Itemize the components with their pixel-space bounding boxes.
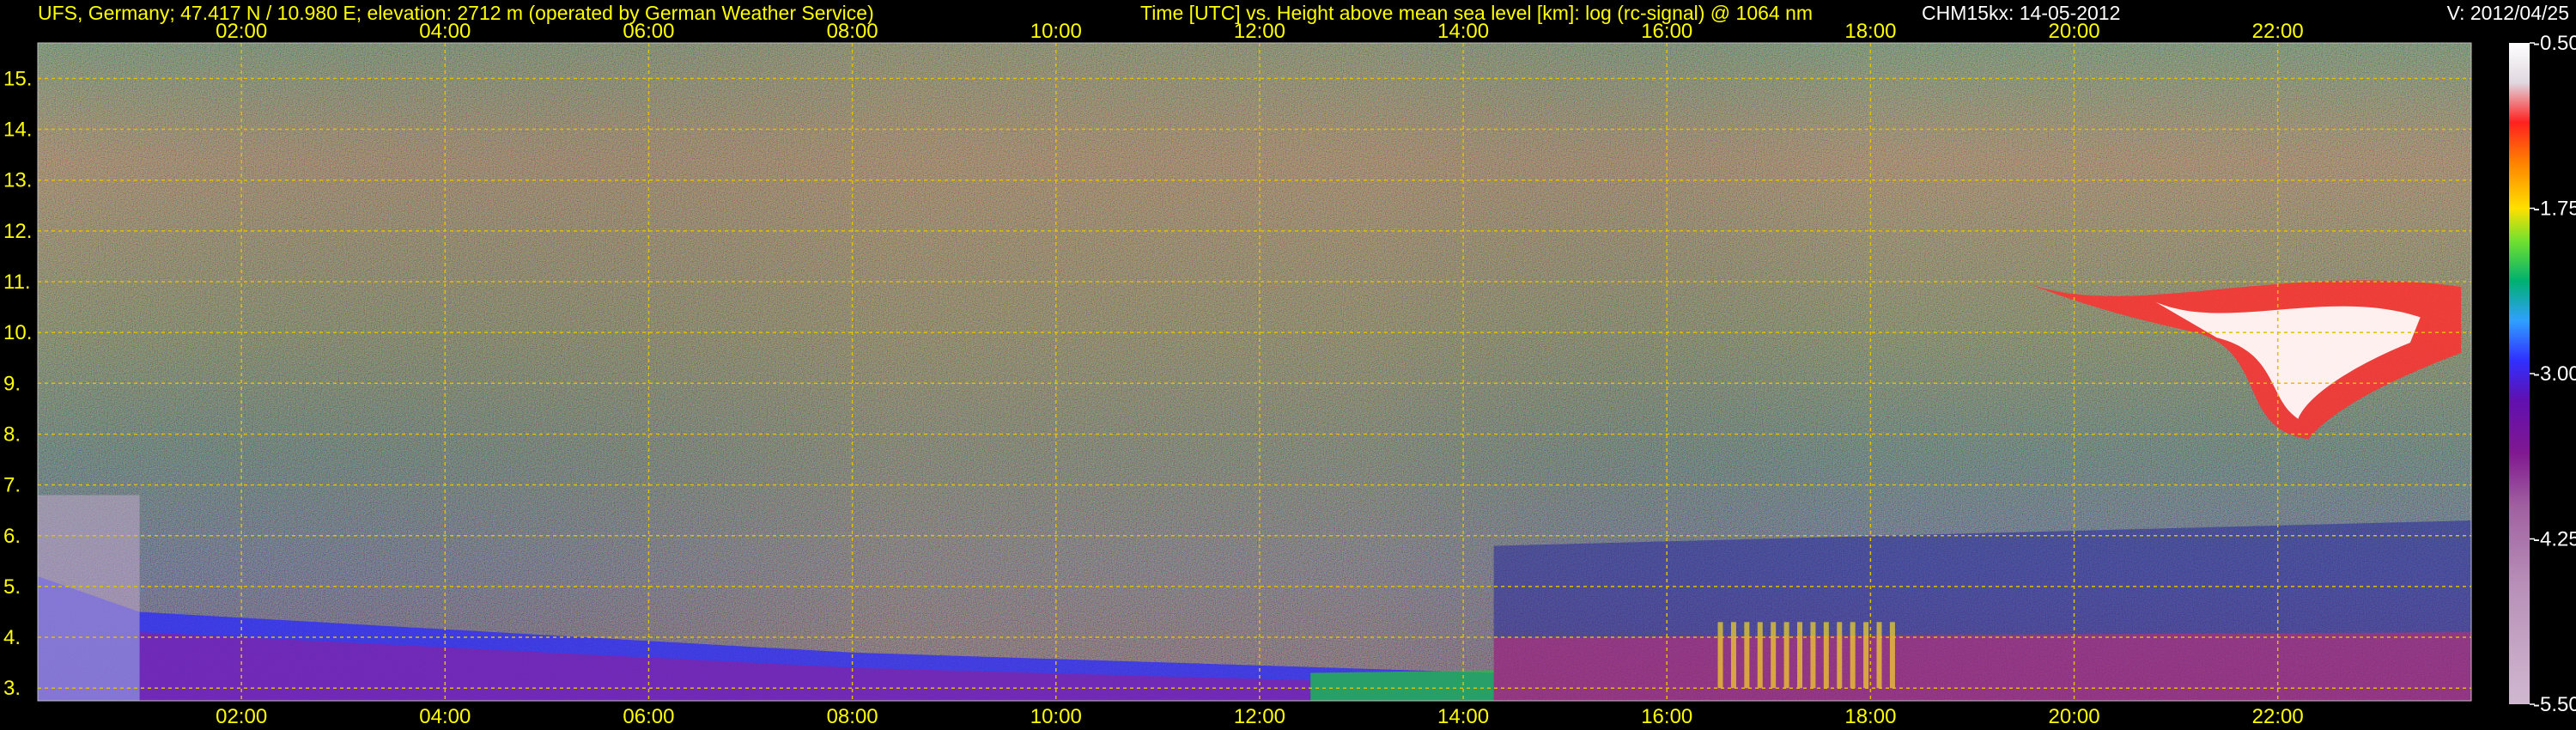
ceilometer-chart: 3. 4. 5. 6. 7. 8. 9. 10. 11. 12. 13. 14. 15. 02:00 04…	[3, 20, 2576, 728]
precipitation-streak	[1837, 622, 1843, 689]
colorbar-tick-label: -0.50	[2533, 32, 2576, 55]
x-tick-label-bottom: 06:00	[623, 705, 674, 728]
colorbar-tick-label: -1.75	[2533, 198, 2576, 221]
x-tick-label-bottom: 10:00	[1030, 705, 1082, 728]
y-tick-label: 13.	[3, 169, 32, 192]
boundary-layer-afternoon	[1493, 632, 2471, 701]
precipitation-streak	[1730, 622, 1736, 689]
x-tick-label-bottom: 02:00	[216, 705, 267, 728]
y-axis-ticks: 3. 4. 5. 6. 7. 8. 9. 10. 11. 12. 13. 14. 15.	[3, 67, 32, 700]
x-axis-ticks-bottom: 02:00 04:00 06:00 08:00 10:00 12:00 14:00 16:00…	[216, 705, 2304, 728]
precipitation-streak	[1889, 622, 1895, 689]
x-tick-label-top: 22:00	[2252, 20, 2304, 43]
y-tick-label: 8.	[3, 423, 21, 446]
x-tick-label-top: 08:00	[827, 20, 878, 43]
x-tick-label-top: 20:00	[2049, 20, 2100, 43]
x-tick-label-bottom: 18:00	[1844, 705, 1896, 728]
surface-signal-midday	[1310, 670, 1494, 701]
x-tick-label-top: 16:00	[1641, 20, 1692, 43]
y-tick-label: 12.	[3, 220, 32, 243]
precipitation-streak	[1744, 622, 1750, 689]
x-tick-label-top: 02:00	[216, 20, 267, 43]
precipitation-streak	[1717, 622, 1723, 689]
x-axis-ticks-top: 02:00 04:00 06:00 08:00 10:00 12:00 14:00 16:00…	[216, 20, 2304, 43]
precipitation-streak	[1850, 622, 1856, 689]
x-tick-label-top: 04:00	[419, 20, 471, 43]
near-range-signal	[38, 495, 140, 701]
x-tick-label-top: 12:00	[1234, 20, 1285, 43]
colorbar-ticks: -0.50 -1.75 -3.00 -4.25 -5.50	[2530, 32, 2576, 716]
x-tick-label-bottom: 08:00	[827, 705, 878, 728]
x-tick-label-bottom: 16:00	[1641, 705, 1692, 728]
colorbar: -0.50 -1.75 -3.00 -4.25 -5.50	[2509, 32, 2576, 716]
colorbar-scale	[2509, 43, 2530, 704]
y-tick-label: 4.	[3, 626, 21, 649]
precipitation-streak	[1823, 622, 1829, 689]
x-tick-label-top: 18:00	[1844, 20, 1896, 43]
precipitation-streak	[1783, 622, 1789, 689]
precipitation-streak	[1771, 622, 1777, 689]
x-tick-label-bottom: 12:00	[1234, 705, 1285, 728]
x-tick-label-bottom: 04:00	[419, 705, 471, 728]
x-tick-label-top: 06:00	[623, 20, 674, 43]
precipitation-streak	[1863, 622, 1869, 689]
y-tick-label: 9.	[3, 372, 21, 395]
x-tick-label-top: 14:00	[1437, 20, 1489, 43]
colorbar-tick-label: -5.50	[2533, 693, 2576, 716]
plot-area	[37, 42, 2472, 702]
y-tick-label: 6.	[3, 525, 21, 548]
x-tick-label-bottom: 14:00	[1437, 705, 1489, 728]
x-tick-label-top: 10:00	[1030, 20, 1082, 43]
y-tick-label: 3.	[3, 677, 21, 700]
y-tick-label: 7.	[3, 474, 21, 497]
precipitation-streak	[1757, 622, 1763, 689]
y-tick-label: 14.	[3, 119, 32, 142]
y-tick-label: 10.	[3, 321, 32, 344]
x-tick-label-bottom: 22:00	[2252, 705, 2304, 728]
precipitation-streak	[1797, 622, 1803, 689]
precipitation-streak	[1810, 622, 1816, 689]
y-tick-label: 15.	[3, 67, 32, 90]
y-tick-label: 11.	[3, 271, 31, 294]
precipitation-streak	[1876, 622, 1882, 689]
colorbar-tick-label: -3.00	[2533, 362, 2576, 386]
y-tick-label: 5.	[3, 575, 21, 599]
x-tick-label-bottom: 20:00	[2049, 705, 2100, 728]
colorbar-tick-label: -4.25	[2533, 528, 2576, 551]
